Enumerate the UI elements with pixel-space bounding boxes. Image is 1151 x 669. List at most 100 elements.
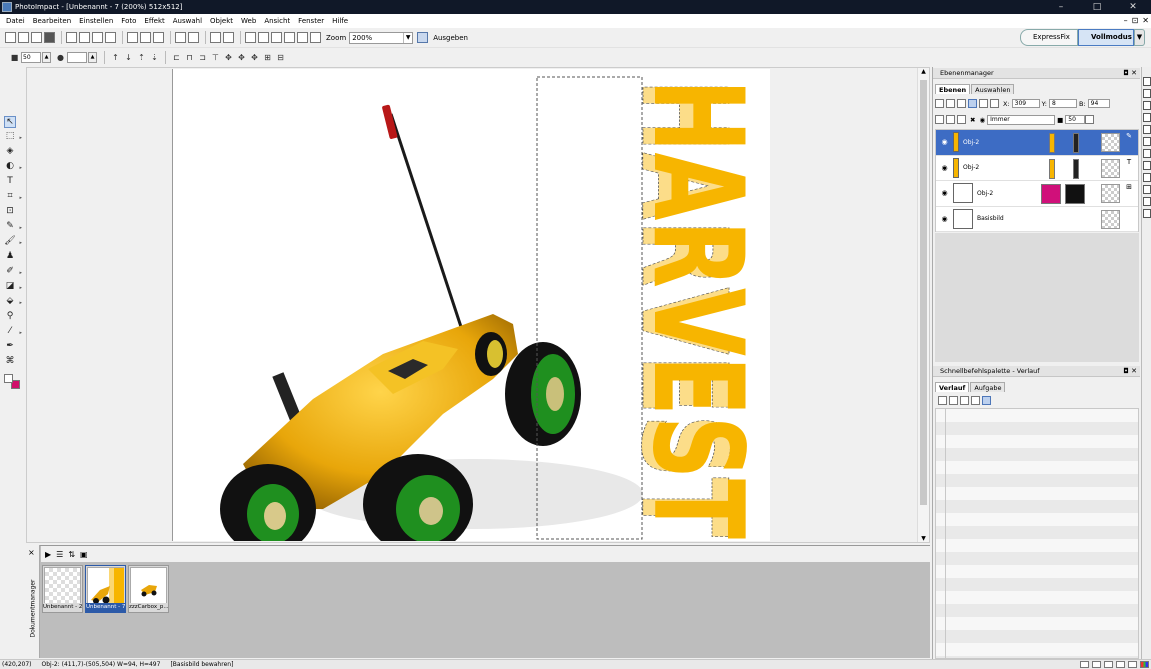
menu-effekt[interactable]: Effekt bbox=[144, 17, 164, 25]
menu-objekt[interactable]: Objekt bbox=[210, 17, 233, 25]
document-thumbnail[interactable]: Unbenannt - 7 bbox=[85, 565, 126, 613]
close-icon[interactable]: × bbox=[28, 548, 35, 557]
brightness-icon[interactable] bbox=[258, 32, 269, 43]
panel-controls[interactable]: ◘ ✕ bbox=[1123, 68, 1137, 79]
easy-palette-dock-icon[interactable] bbox=[1143, 101, 1151, 110]
camera-icon[interactable] bbox=[210, 32, 221, 43]
play-icon[interactable]: ▶ bbox=[45, 550, 51, 559]
move-up-icon[interactable]: ↑ bbox=[111, 53, 120, 62]
y-input[interactable]: 8 bbox=[1048, 99, 1077, 108]
output-button[interactable]: Ausgeben bbox=[417, 32, 471, 43]
history-dock-icon[interactable] bbox=[1143, 89, 1151, 98]
move-down-icon[interactable]: ↓ bbox=[124, 53, 133, 62]
panel-controls[interactable]: ◘ ✕ bbox=[1123, 366, 1137, 377]
menu-bearbeiten[interactable]: Bearbeiten bbox=[33, 17, 71, 25]
display-icon[interactable] bbox=[245, 32, 256, 43]
maximize-button[interactable]: □ bbox=[1079, 0, 1115, 14]
selection-tool[interactable]: ⬚ ▸ bbox=[0, 129, 25, 144]
softness-spinner[interactable]: ▲ bbox=[88, 52, 97, 63]
expressfix-button[interactable]: ExpressFix bbox=[1020, 29, 1078, 46]
layer-icon[interactable] bbox=[935, 99, 944, 108]
frame-icon[interactable] bbox=[284, 32, 295, 43]
layer-icon[interactable] bbox=[946, 99, 955, 108]
distribute-v-icon[interactable]: ✥ bbox=[250, 53, 259, 62]
tab-ebenen[interactable]: Ebenen bbox=[935, 84, 971, 94]
chevron-down-icon[interactable]: ▼ bbox=[403, 32, 412, 43]
opacity-input[interactable]: 50 bbox=[1065, 115, 1086, 124]
fill-tool[interactable]: ⬙ ▸ bbox=[0, 294, 25, 309]
dock-icon[interactable] bbox=[1143, 149, 1151, 158]
dock-icon[interactable] bbox=[1143, 197, 1151, 206]
same-size-icon[interactable]: ⊞ bbox=[263, 53, 272, 62]
doc-restore-button[interactable]: ⊡ bbox=[1132, 14, 1139, 28]
pen-tool[interactable]: ✒ bbox=[0, 339, 25, 354]
new-file-icon[interactable] bbox=[5, 32, 16, 43]
align-left-icon[interactable]: ⊏ bbox=[172, 53, 181, 62]
dock-icon[interactable] bbox=[1143, 209, 1151, 218]
mode-menu-chevron-icon[interactable]: ▼ bbox=[1134, 29, 1145, 46]
distribute-h-icon[interactable]: ✥ bbox=[237, 53, 246, 62]
scroll-down-icon[interactable]: ▼ bbox=[918, 535, 929, 542]
layer-manager-dock-icon[interactable] bbox=[1143, 77, 1151, 86]
doc-minimize-button[interactable]: – bbox=[1124, 14, 1128, 28]
filter-icon[interactable] bbox=[310, 32, 321, 43]
layer-row[interactable]: ◉ Basisbild bbox=[936, 207, 1138, 232]
softness-input[interactable] bbox=[67, 52, 87, 63]
layer-icon[interactable] bbox=[957, 99, 966, 108]
menu-fenster[interactable]: Fenster bbox=[298, 17, 324, 25]
eye-icon[interactable]: ◉ bbox=[940, 138, 949, 146]
status-icon[interactable] bbox=[1116, 661, 1125, 668]
eye-icon[interactable]: ◉ bbox=[940, 189, 949, 197]
menu-datei[interactable]: Datei bbox=[6, 17, 25, 25]
path-tool[interactable]: ⌘ bbox=[0, 354, 25, 369]
dock-icon[interactable] bbox=[1143, 173, 1151, 182]
text-tool[interactable]: T bbox=[0, 174, 25, 189]
image-icon[interactable] bbox=[297, 32, 308, 43]
tab-auswahlen[interactable]: Auswahlen bbox=[971, 84, 1015, 94]
bring-to-front-icon[interactable]: ⇡ bbox=[137, 53, 146, 62]
replay-icon[interactable] bbox=[971, 396, 980, 405]
retouch-tool[interactable]: ✐ ▸ bbox=[0, 264, 25, 279]
document-thumbnail[interactable]: Unbenannt - 2 bbox=[42, 565, 83, 613]
paste-icon[interactable] bbox=[153, 32, 164, 43]
photo-icon[interactable] bbox=[271, 32, 282, 43]
status-icon[interactable] bbox=[1104, 661, 1113, 668]
size-input[interactable]: 50 bbox=[21, 52, 41, 63]
foreground-color-swatch[interactable] bbox=[4, 374, 13, 383]
lasso-tool[interactable]: ◈ bbox=[0, 144, 25, 159]
layer-row[interactable]: ◉ Obj-2 ✎ bbox=[936, 130, 1138, 156]
dock-icon[interactable] bbox=[1143, 161, 1151, 170]
menu-auswahl[interactable]: Auswahl bbox=[173, 17, 202, 25]
minimize-button[interactable]: – bbox=[1043, 0, 1079, 14]
b-input[interactable]: 94 bbox=[1087, 99, 1110, 108]
history-icon[interactable] bbox=[938, 396, 947, 405]
arrange-icon[interactable]: ⊟ bbox=[276, 53, 285, 62]
paint-tool[interactable]: ✎ ▸ bbox=[0, 219, 25, 234]
mask-icon[interactable] bbox=[957, 115, 966, 124]
align-right-icon[interactable]: ⊐ bbox=[198, 53, 207, 62]
align-center-icon[interactable]: ⊓ bbox=[185, 53, 194, 62]
dock-icon[interactable] bbox=[1143, 185, 1151, 194]
copy-icon[interactable] bbox=[949, 396, 958, 405]
tab-aufgabe[interactable]: Aufgabe bbox=[970, 382, 1006, 392]
text-layer-icon[interactable]: T bbox=[1124, 158, 1134, 167]
scan-icon[interactable] bbox=[105, 32, 116, 43]
undo-icon[interactable] bbox=[175, 32, 186, 43]
soft-edge-icon[interactable]: ● bbox=[56, 53, 65, 62]
pick-tool[interactable]: ↖ bbox=[0, 114, 25, 129]
layer-row[interactable]: ◉ Obj-2 T bbox=[936, 156, 1138, 181]
layer-option-icon[interactable]: ⊞ bbox=[1124, 183, 1134, 192]
print-preview-icon[interactable] bbox=[79, 32, 90, 43]
layer-icon[interactable] bbox=[990, 99, 999, 108]
zoom-tool[interactable]: ⚲ bbox=[0, 309, 25, 324]
menu-hilfe[interactable]: Hilfe bbox=[332, 17, 348, 25]
redo-icon[interactable] bbox=[188, 32, 199, 43]
dock-icon[interactable] bbox=[1143, 137, 1151, 146]
size-spinner[interactable]: ▲ bbox=[42, 52, 51, 63]
layer-row[interactable]: ◉ Obj-2 ⊞ bbox=[936, 181, 1138, 207]
copy-icon[interactable] bbox=[140, 32, 151, 43]
eyedropper-tool[interactable]: ⁄ ▸ bbox=[0, 324, 25, 339]
lock-icon[interactable] bbox=[935, 115, 944, 124]
transform-tool[interactable]: ⊡ bbox=[0, 204, 25, 219]
screenshot-icon[interactable] bbox=[223, 32, 234, 43]
